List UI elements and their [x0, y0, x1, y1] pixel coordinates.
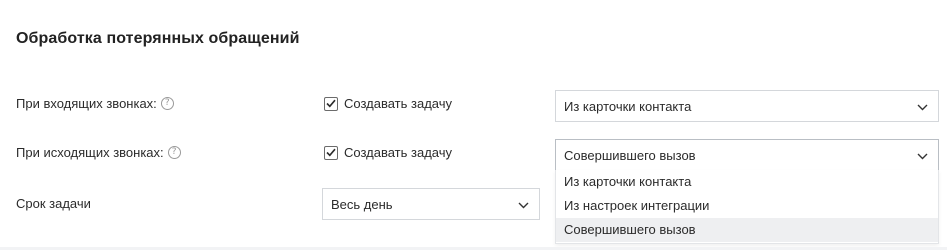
outgoing-source-value: Совершившего вызов: [564, 147, 696, 163]
outgoing-source-select[interactable]: Совершившего вызов: [555, 139, 939, 171]
dropdown-option-selected[interactable]: Совершившего вызов: [556, 218, 938, 242]
checkbox-checked-icon[interactable]: [324, 96, 338, 111]
task-deadline-value: Весь день: [331, 196, 393, 212]
outgoing-create-task-checkbox[interactable]: Создавать задачу: [324, 145, 452, 160]
dropdown-option[interactable]: Из настроек интеграции: [556, 194, 938, 218]
incoming-create-task-checkbox[interactable]: Создавать задачу: [324, 96, 452, 111]
question-circle-icon[interactable]: ?: [167, 146, 181, 159]
outgoing-source-dropdown: Из карточки контакта Из настроек интегра…: [555, 170, 939, 244]
page: Обработка потерянных обращений При входя…: [0, 0, 947, 250]
task-deadline-select[interactable]: Весь день: [322, 188, 540, 220]
outgoing-calls-label-text: При исходящих звонках:: [16, 145, 164, 160]
chevron-down-icon: [518, 197, 529, 212]
incoming-calls-label-text: При входящих звонках:: [16, 96, 157, 111]
outgoing-create-task-label: Создавать задачу: [344, 145, 452, 160]
chevron-down-icon: [917, 148, 928, 163]
incoming-calls-label: При входящих звонках: ?: [16, 96, 174, 111]
question-circle-icon[interactable]: ?: [160, 97, 174, 110]
section-title: Обработка потерянных обращений: [16, 30, 300, 47]
task-deadline-label: Срок задачи: [16, 196, 91, 211]
incoming-source-select[interactable]: Из карточки контакта: [555, 90, 939, 122]
incoming-source-value: Из карточки контакта: [564, 98, 692, 114]
dropdown-option[interactable]: Из карточки контакта: [556, 170, 938, 194]
incoming-create-task-label: Создавать задачу: [344, 96, 452, 111]
checkbox-checked-icon[interactable]: [324, 145, 338, 160]
chevron-down-icon: [917, 99, 928, 114]
outgoing-calls-label: При исходящих звонках: ?: [16, 145, 181, 160]
task-deadline-label-text: Срок задачи: [16, 196, 91, 211]
